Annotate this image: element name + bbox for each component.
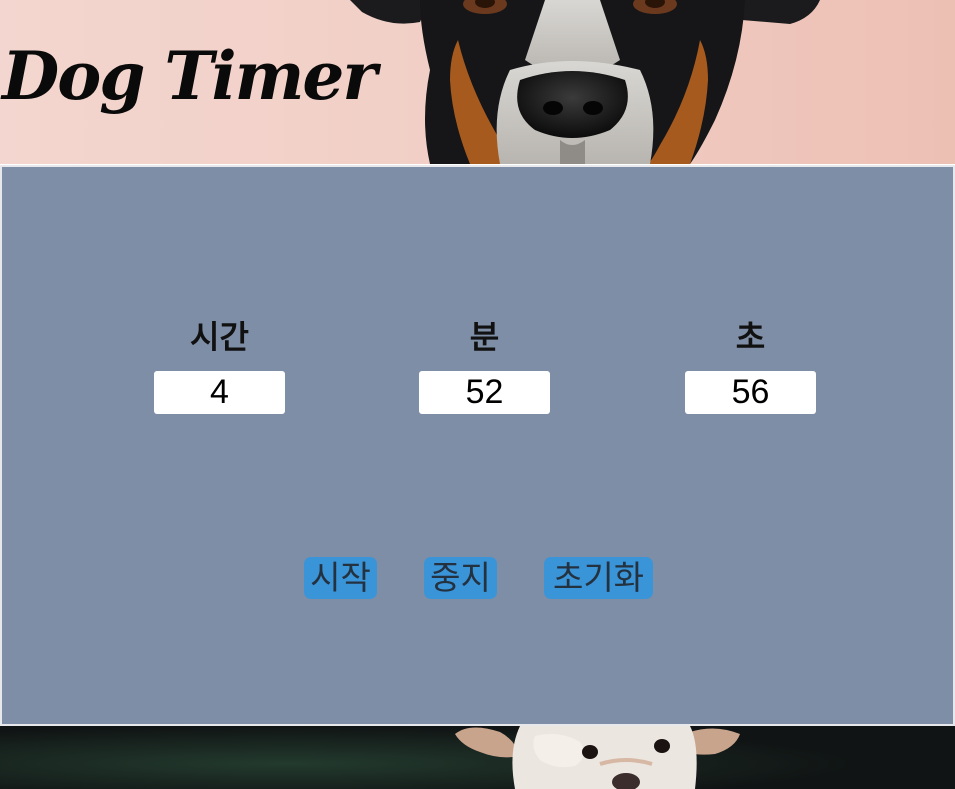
seconds-label: 초 <box>735 318 766 356</box>
app-title: Dog Timer <box>2 37 377 115</box>
hours-input[interactable] <box>154 371 285 414</box>
app-page: Dog Timer 시간 분 초 시작 중지 초기화 <box>0 0 955 789</box>
hours-field-group: 시간 <box>154 317 285 414</box>
timer-controls: 시작 중지 초기화 <box>2 557 953 601</box>
minutes-field-group: 분 <box>419 317 550 414</box>
seconds-field-group: 초 <box>685 317 816 414</box>
footer-photo-strip <box>0 726 955 789</box>
start-button[interactable]: 시작 <box>304 557 377 599</box>
timer-panel: 시간 분 초 시작 중지 초기화 <box>0 165 955 726</box>
reset-button[interactable]: 초기화 <box>544 557 653 599</box>
header-banner: Dog Timer <box>0 0 955 164</box>
stop-button[interactable]: 중지 <box>424 557 497 599</box>
minutes-input[interactable] <box>419 371 550 414</box>
hours-label: 시간 <box>190 318 249 356</box>
minutes-label: 분 <box>469 318 500 356</box>
white-dog-photo <box>0 726 955 789</box>
seconds-input[interactable] <box>685 371 816 414</box>
